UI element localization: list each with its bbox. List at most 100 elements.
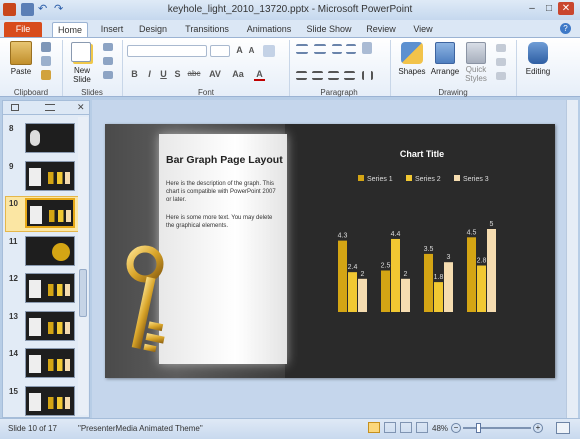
slide-thumbnail-row[interactable]: 13	[3, 309, 89, 345]
slide-thumbnail-row[interactable]: 15	[3, 384, 89, 420]
format-painter-icon[interactable]	[41, 70, 51, 80]
minimize-button[interactable]: –	[524, 2, 540, 15]
zoom-level[interactable]: 48%	[432, 424, 448, 433]
slide-thumbnail[interactable]	[25, 310, 75, 341]
scrollbar-thumb[interactable]	[79, 269, 87, 317]
font-size-dropdown[interactable]	[210, 45, 230, 57]
slide-heading[interactable]: Bar Graph Page Layout	[166, 154, 283, 166]
align-center-icon[interactable]	[312, 71, 323, 80]
help-icon[interactable]: ?	[560, 23, 571, 34]
bar-chart[interactable]: Chart Title Series 1 Series 2 Series 3 4.3 2.…	[290, 124, 555, 378]
clear-formatting-icon[interactable]	[263, 45, 275, 57]
zoom-out-icon[interactable]: −	[451, 423, 461, 433]
thumbnail-art	[29, 355, 41, 373]
arrange-icon[interactable]	[435, 42, 455, 64]
golden-key-image[interactable]	[107, 244, 197, 372]
tab-animations[interactable]: Animations	[241, 22, 297, 37]
tab-insert[interactable]: Insert	[93, 22, 131, 37]
reset-icon[interactable]	[103, 57, 113, 65]
layout-icon[interactable]	[103, 43, 113, 51]
copy-icon[interactable]	[41, 56, 51, 66]
tab-view[interactable]: View	[407, 22, 439, 37]
arrange-button-label[interactable]: Arrange	[429, 67, 461, 76]
shapes-button-label[interactable]: Shapes	[396, 67, 428, 76]
quick-styles-button-label[interactable]: Quick Styles	[461, 65, 491, 83]
slide-canvas[interactable]: Bar Graph Page Layout Here is the descri…	[105, 124, 555, 378]
editor-scrollbar[interactable]	[566, 100, 578, 418]
increase-indent-icon[interactable]	[346, 44, 356, 54]
slide-thumbnail-row[interactable]: 10	[3, 196, 89, 232]
underline-button[interactable]: U	[158, 69, 169, 79]
close-panel-icon[interactable]: ✕	[77, 102, 85, 113]
slides-tab-icon[interactable]	[11, 104, 19, 111]
paste-button-label[interactable]: Paste	[4, 67, 38, 76]
slide-thumbnail[interactable]	[25, 273, 75, 303]
columns-icon[interactable]	[362, 71, 373, 80]
editing-button-label[interactable]: Editing	[519, 67, 557, 76]
character-spacing-button[interactable]: AV	[207, 69, 223, 79]
slide-sorter-icon[interactable]	[384, 422, 396, 433]
zoom-slider[interactable]	[463, 427, 531, 429]
shape-fill-icon[interactable]	[496, 44, 506, 52]
tab-file[interactable]: File	[4, 22, 42, 37]
normal-view-icon[interactable]	[368, 422, 380, 433]
bold-button[interactable]: B	[129, 69, 140, 79]
align-left-icon[interactable]	[296, 71, 307, 80]
close-button[interactable]: ✕	[558, 2, 574, 15]
slide-paragraph-1[interactable]: Here is the description of the graph. Th…	[166, 180, 281, 204]
slide-thumbnail-row[interactable]: 8	[3, 121, 89, 157]
slide-paragraph-2[interactable]: Here is some more text. You may delete t…	[166, 214, 281, 230]
tab-transitions[interactable]: Transitions	[178, 22, 236, 37]
slide-thumbnail[interactable]	[25, 348, 75, 378]
quick-styles-icon[interactable]	[466, 42, 486, 64]
binoculars-icon[interactable]	[528, 42, 548, 64]
thumbnail-scrollbar[interactable]	[78, 117, 88, 415]
align-right-icon[interactable]	[328, 71, 339, 80]
shape-effects-icon[interactable]	[496, 72, 506, 80]
slide-thumbnail-row[interactable]: 11	[3, 234, 89, 270]
reading-view-icon[interactable]	[400, 422, 412, 433]
grow-font-button[interactable]: A	[234, 45, 245, 55]
decrease-indent-icon[interactable]	[332, 44, 342, 54]
section-icon[interactable]	[103, 71, 113, 79]
slide-number: 8	[9, 124, 14, 133]
italic-button[interactable]: I	[144, 69, 155, 79]
new-slide-icon[interactable]	[71, 42, 91, 62]
paste-icon[interactable]	[10, 41, 32, 65]
slide-thumbnail-row[interactable]: 14	[3, 346, 89, 382]
zoom-slider-thumb[interactable]	[476, 423, 481, 433]
fit-slide-icon[interactable]	[556, 422, 570, 434]
tab-design[interactable]: Design	[133, 22, 173, 37]
numbering-icon[interactable]	[314, 44, 326, 54]
justify-icon[interactable]	[344, 71, 355, 80]
slideshow-view-icon[interactable]	[416, 422, 428, 433]
text-direction-icon[interactable]	[362, 42, 372, 54]
bullets-icon[interactable]	[296, 44, 308, 54]
outline-tab-icon[interactable]	[45, 104, 55, 111]
shadow-button[interactable]: S	[172, 69, 183, 79]
new-slide-button-label[interactable]: New Slide	[64, 66, 100, 84]
shape-outline-icon[interactable]	[496, 58, 506, 66]
tab-review[interactable]: Review	[362, 22, 400, 37]
cut-icon[interactable]	[41, 42, 51, 52]
change-case-button[interactable]: Aa	[230, 69, 246, 79]
maximize-button[interactable]: □	[541, 2, 557, 15]
slide-thumbnail[interactable]	[25, 160, 75, 191]
slide-thumbnail[interactable]	[25, 385, 75, 416]
tab-home[interactable]: Home	[52, 22, 88, 37]
strikethrough-button[interactable]: abc	[185, 69, 203, 78]
tab-slide-show[interactable]: Slide Show	[302, 22, 356, 37]
data-label: 4.4	[391, 231, 401, 238]
slide-number: 15	[9, 386, 18, 396]
chart-bar	[467, 237, 476, 312]
zoom-in-icon[interactable]: +	[533, 423, 543, 433]
slide-thumbnail[interactable]	[25, 198, 75, 228]
shapes-icon[interactable]	[401, 42, 423, 64]
font-name-dropdown[interactable]	[127, 45, 207, 57]
slide-thumbnail[interactable]	[25, 123, 75, 153]
font-color-button[interactable]: A	[254, 69, 265, 81]
slide-thumbnail[interactable]	[25, 235, 75, 266]
shrink-font-button[interactable]: A	[246, 46, 257, 55]
slide-thumbnail-row[interactable]: 9	[3, 159, 89, 195]
slide-thumbnail-row[interactable]: 12	[3, 271, 89, 307]
